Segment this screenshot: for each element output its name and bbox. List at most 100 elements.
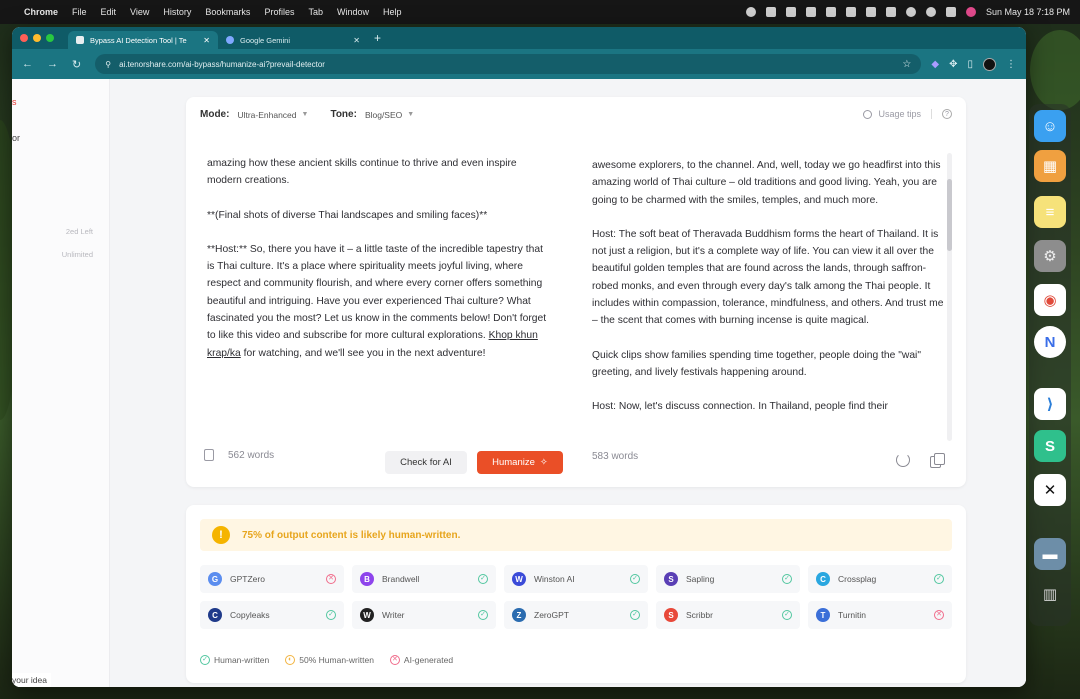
menubar-history[interactable]: History [163,7,191,17]
zoom-window-button[interactable] [46,34,54,42]
humanize-label: Humanize [492,457,535,468]
brandwell-icon: B [360,572,374,586]
tab-bypass-ai[interactable]: Bypass AI Detection Tool | Te ✕ [68,31,218,49]
n-app-icon[interactable]: N [1034,326,1066,358]
close-window-button[interactable] [20,34,28,42]
help-icon[interactable]: ? [942,109,952,119]
launchpad-icon[interactable]: ▦ [1034,150,1066,182]
chrome-menu-icon[interactable]: ⋮ [1006,59,1016,70]
menubar-tray: Sun May 18 7:18 PM [745,7,1070,17]
output-paragraph: Quick clips show families spending time … [592,349,921,378]
check-circle-icon: ✓ [782,610,792,620]
minimize-window-button[interactable] [33,34,41,42]
sidebar-credits-left: 2ed Left [65,227,93,236]
check-circle-icon: ✓ [934,574,944,584]
extensions-puzzle-icon[interactable]: ✥ [949,59,957,70]
tone-select[interactable]: Blog/SEO ▼ [365,110,414,120]
status-icon[interactable] [765,7,776,17]
input-paragraph: **Host:** So, there you have it – a litt… [207,241,549,362]
menubar-view[interactable]: View [130,7,149,17]
system-settings-icon[interactable]: ⚙ [1034,240,1066,272]
cloud-icon[interactable] [845,7,856,17]
siri-icon[interactable] [965,7,976,17]
detector-item[interactable]: W Writer ✓ [352,601,496,629]
control-center-icon[interactable] [945,7,956,17]
divider [931,109,932,119]
check-circle-icon: ✓ [200,655,210,665]
detector-item[interactable]: C Copyleaks ✓ [200,601,344,629]
menubar-tab[interactable]: Tab [308,7,323,17]
detector-name: GPTZero [230,574,265,584]
trash-icon[interactable] [204,449,214,461]
tab-google-gemini[interactable]: Google Gemini ✕ [218,31,368,49]
check-circle-icon: ✓ [630,610,640,620]
detector-item[interactable]: S Scribbr ✓ [656,601,800,629]
capcut-icon[interactable]: ✕ [1034,474,1066,506]
mode-select[interactable]: Ultra-Enhanced ▼ [237,110,308,120]
output-text-area[interactable]: awesome explorers, to the channel. And, … [592,157,948,439]
search-icon[interactable] [925,7,936,17]
preview-thumbnail-icon[interactable]: ▬ [1034,538,1066,570]
legend-ai: ✕ AI-generated [389,655,453,665]
back-icon[interactable]: ← [22,58,33,70]
menubar-file[interactable]: File [72,7,87,17]
copy-icon[interactable] [930,453,945,468]
app-icon[interactable]: S [1034,430,1066,462]
bookmark-star-icon[interactable]: ☆ [902,59,911,70]
menubar-clock[interactable]: Sun May 18 7:18 PM [986,7,1070,17]
detector-item[interactable]: Z ZeroGPT ✓ [504,601,648,629]
detector-item[interactable]: W Winston AI ✓ [504,565,648,593]
menubar-bookmarks[interactable]: Bookmarks [205,7,250,17]
trash-icon[interactable]: ▥ [1034,578,1066,610]
status-icon[interactable] [805,7,816,17]
cloud-icon[interactable] [825,7,836,17]
finder-icon[interactable]: ☺ [1034,110,1066,142]
site-info-icon[interactable]: ⚲ [105,60,111,69]
reload-icon[interactable]: ↻ [72,58,81,71]
detector-item[interactable]: S Sapling ✓ [656,565,800,593]
menubar-app-name[interactable]: Chrome [24,7,58,17]
x-circle-icon: ✕ [934,610,944,620]
humanize-button[interactable]: Humanize ✧ [477,451,563,474]
detector-item[interactable]: T Turnitin ✕ [808,601,952,629]
browser-window: Bypass AI Detection Tool | Te ✕ Google G… [12,27,1026,687]
result-banner: ! 75% of output content is likely human-… [200,519,952,551]
notes-icon[interactable]: ≡ [1034,196,1066,228]
sidepanel-icon[interactable]: ▯ [967,59,973,70]
new-tab-icon[interactable]: + [374,31,381,45]
tab-close-icon[interactable]: ✕ [203,36,210,45]
chrome-icon[interactable]: ◉ [1034,284,1066,316]
battery-icon[interactable] [865,7,876,17]
detector-item[interactable]: C Crossplag ✓ [808,565,952,593]
writer-icon: W [360,608,374,622]
wifi-icon[interactable] [905,7,916,17]
menubar-edit[interactable]: Edit [101,7,117,17]
x-circle-icon: ✕ [389,655,400,665]
address-bar[interactable]: ⚲ ai.tenorshare.com/ai-bypass/humanize-a… [95,54,922,74]
status-icon[interactable] [745,7,756,17]
regenerate-icon[interactable] [896,453,910,467]
vscode-icon[interactable]: ⟩ [1034,388,1066,420]
menubar-help[interactable]: Help [383,7,402,17]
input-text-area[interactable]: amazing how these ancient skills continu… [207,155,549,405]
crossplag-icon: C [816,572,830,586]
forward-icon[interactable]: → [47,58,58,70]
status-icon[interactable] [785,7,796,17]
check-for-ai-button[interactable]: Check for AI [385,451,467,474]
profile-avatar[interactable] [983,57,996,71]
menubar-window[interactable]: Window [337,7,369,17]
menubar-profiles[interactable]: Profiles [264,7,294,17]
output-scrollbar-thumb[interactable] [947,179,952,251]
detector-item[interactable]: G GPTZero ✕ [200,565,344,593]
input-paragraph: **(Final shots of diverse Thai landscape… [207,209,488,221]
detector-name: Copyleaks [230,610,270,620]
control-icon[interactable] [885,7,896,17]
extension-icon[interactable]: ◆ [931,59,939,70]
detector-item[interactable]: B Brandwell ✓ [352,565,496,593]
detector-name: ZeroGPT [534,610,569,620]
usage-tips[interactable]: Usage tips ? [863,109,952,119]
tab-close-icon[interactable]: ✕ [353,36,360,45]
detector-name: Crossplag [838,574,877,584]
mode-value: Ultra-Enhanced [237,109,297,120]
result-legend: ✓ Human-written ◐ 50% Human-written ✕ AI-ge… [200,655,453,665]
